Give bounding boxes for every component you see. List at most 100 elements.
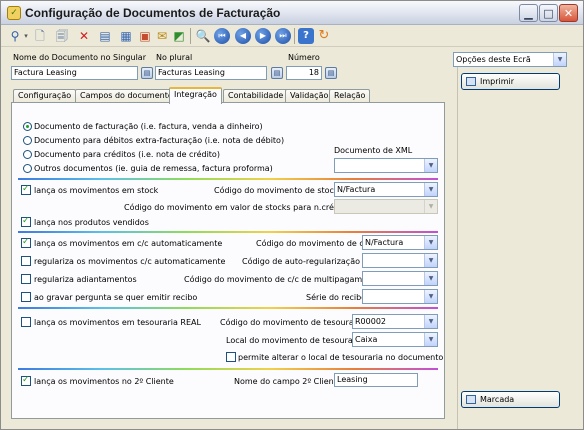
mark-button[interactable]: Marcada [461, 391, 560, 408]
treasury-real-label: lança os movimentos em tesouraria REAL [34, 318, 201, 327]
auto-cc-label: lança os movimentos em c/c automaticamen… [34, 239, 223, 248]
xml-doc-select[interactable]: ▼ [334, 158, 438, 173]
section-divider [18, 178, 438, 180]
tab-validacao[interactable]: Validação [285, 89, 334, 103]
print-label: Imprimir [480, 77, 515, 86]
previous-record-icon[interactable]: ◀ [235, 28, 251, 44]
mark-label: Marcada [480, 395, 515, 404]
singular-name-field[interactable]: Factura Leasing [11, 66, 138, 80]
stock-credit-code-select[interactable]: ▼ [334, 199, 438, 214]
mail-icon[interactable]: ✉ [154, 28, 170, 44]
section-divider [18, 368, 438, 370]
copy-document-icon[interactable]: 🗐 [54, 28, 70, 44]
second-client-field-label: Nome do campo 2º Cliente [234, 377, 342, 386]
plural-name-field[interactable]: Facturas Leasing [155, 66, 267, 80]
lookup-icon: ▤ [327, 69, 335, 77]
next-record-icon[interactable]: ▶ [255, 28, 271, 44]
number-lookup-button[interactable]: ▤ [325, 67, 337, 79]
xml-doc-label: Documento de XML [334, 146, 413, 155]
lookup-icon: ▤ [273, 69, 281, 77]
doc-type-radio-other[interactable] [23, 164, 32, 173]
yes-check-icon: ✓ [7, 6, 21, 20]
mark-icon [466, 395, 476, 404]
doc-type-radio-debit[interactable] [23, 136, 32, 145]
doc-type-label: Documento para créditos (i.e. nota de cr… [34, 150, 220, 159]
multipay-code-select[interactable]: ▼ [362, 271, 438, 286]
number-field[interactable]: 18 [286, 66, 322, 80]
post-stock-label: lança os movimentos em stock [34, 186, 159, 195]
number-label: Número [288, 53, 320, 62]
cc-code-select[interactable]: N/Factura ▼ [362, 235, 438, 250]
toolbar: ⚲ ▾ 🗋 🗐 ✕ ▤ ▦ ▣ ✉ ◩ 🔍 ⏮ ◀ ▶ ⏭ ? ↻ [1, 25, 583, 47]
toolbar-separator [190, 28, 191, 44]
receipt-series-select[interactable]: ▼ [362, 289, 438, 304]
post-stock-checkbox[interactable] [21, 184, 31, 195]
integration-panel: Documento de facturação (i.e. factura, v… [11, 102, 445, 419]
title-bar: ✓ Configuração de Documentos de Facturaç… [1, 1, 583, 25]
receipt-prompt-checkbox[interactable] [21, 292, 31, 302]
first-record-icon[interactable]: ⏮ [214, 28, 230, 44]
chevron-down-icon: ▼ [424, 254, 437, 267]
last-record-icon[interactable]: ⏭ [275, 28, 291, 44]
stock-code-select[interactable]: N/Factura ▼ [334, 182, 438, 197]
reg-cc-checkbox[interactable] [21, 256, 31, 266]
minimize-icon: ▁ [524, 6, 533, 20]
tab-contabilidade[interactable]: Contabilidade [223, 89, 289, 103]
preview-icon[interactable]: 🔍 [195, 28, 211, 44]
edit-form-icon[interactable]: ▤ [97, 28, 113, 44]
singular-label: Nome do Documento no Singular [13, 53, 146, 62]
toolbar-separator [294, 28, 295, 44]
cc-code-label: Código do movimento de c/c [256, 239, 371, 248]
doc-type-radio-invoice[interactable] [23, 122, 32, 131]
list-icon[interactable]: ▦ [118, 28, 134, 44]
help-icon[interactable]: ? [298, 28, 314, 44]
reg-cc-label: regulariza os movimentos c/c automaticam… [34, 257, 226, 266]
stock-credit-code-label: Código do movimento em valor de stocks p… [124, 203, 350, 212]
chevron-down-icon: ▼ [553, 53, 566, 66]
screen-options-select[interactable]: Opções deste Ecrã ▼ [453, 52, 567, 67]
sold-products-label: lança nos produtos vendidos [34, 218, 149, 227]
auto-cc-checkbox[interactable] [21, 237, 31, 248]
treasury-real-checkbox[interactable] [21, 317, 31, 327]
second-client-checkbox[interactable] [21, 375, 31, 386]
doc-type-radio-credit[interactable] [23, 150, 32, 159]
tab-integracao[interactable]: Integração [169, 87, 222, 104]
plural-lookup-button[interactable]: ▤ [271, 67, 283, 79]
singular-lookup-button[interactable]: ▤ [141, 67, 153, 79]
tab-campos-do-documento[interactable]: Campos do documento [75, 89, 178, 103]
refresh-icon[interactable]: ↻ [316, 28, 332, 44]
new-document-icon[interactable]: 🗋 [32, 28, 48, 44]
reg-code-select[interactable]: ▼ [362, 253, 438, 268]
window-title: Configuração de Documentos de Facturação [25, 6, 281, 20]
delete-icon[interactable]: ✕ [76, 28, 92, 44]
sold-products-checkbox[interactable] [21, 216, 31, 227]
maximize-button[interactable]: □ [539, 4, 558, 22]
tab-configuracao[interactable]: Configuração [13, 89, 77, 103]
chevron-down-icon: ▼ [424, 290, 437, 303]
tab-relacao[interactable]: Relação [329, 89, 371, 103]
allow-local-change-label: permite alterar o local de tesouraria no… [238, 353, 444, 362]
printer-icon [466, 77, 476, 86]
print-button[interactable]: Imprimir [461, 73, 560, 90]
treasury-local-select[interactable]: Caixa ▼ [352, 332, 438, 347]
tree-icon[interactable]: ▣ [137, 28, 153, 44]
doc-type-label: Documento para débitos extra-facturação … [34, 136, 285, 145]
chevron-down-icon: ▼ [424, 159, 437, 172]
chevron-down-icon: ▼ [424, 183, 437, 196]
treasury-local-label: Local do movimento de tesouraria [226, 336, 364, 345]
window: ✓ Configuração de Documentos de Facturaç… [0, 0, 584, 430]
chart-icon[interactable]: ◩ [171, 28, 187, 44]
plural-label: No plural [156, 53, 193, 62]
multipay-code-label: Código do movimento de c/c de multipagam… [184, 275, 381, 284]
treasury-code-label: Código do movimento de tesouraria [220, 318, 365, 327]
second-client-field[interactable]: Leasing [334, 373, 418, 387]
chevron-down-icon: ▼ [424, 200, 437, 213]
allow-local-change-checkbox[interactable] [226, 352, 236, 362]
doc-type-label: Outros documentos (ie. guia de remessa, … [34, 164, 273, 173]
chevron-down-icon: ▼ [424, 333, 437, 346]
receipt-series-label: Série do recibo [306, 293, 367, 302]
minimize-button[interactable]: ▁ [519, 4, 538, 22]
close-button[interactable]: ✕ [559, 4, 578, 22]
treasury-code-select[interactable]: R00002 ▼ [352, 314, 438, 329]
advances-checkbox[interactable] [21, 274, 31, 284]
